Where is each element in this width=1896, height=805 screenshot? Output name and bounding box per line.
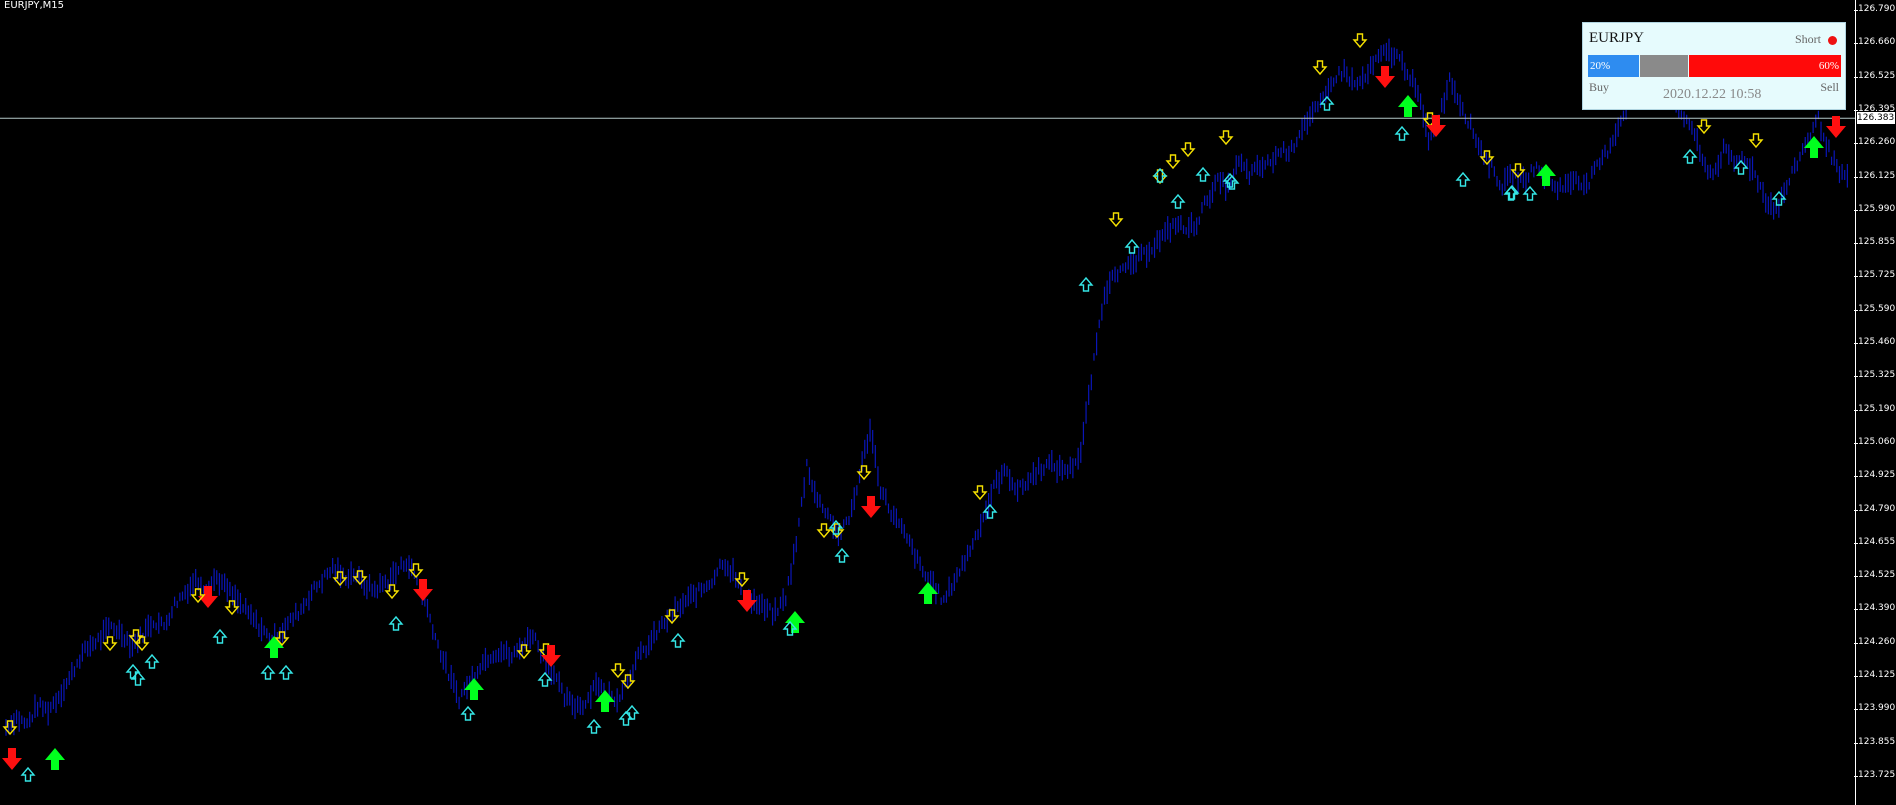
price-tick-label: 125.325 <box>1854 370 1896 381</box>
arrow-up-icon <box>130 670 146 686</box>
price-tick-label: 125.855 <box>1854 237 1896 248</box>
arrow-up-icon <box>278 664 294 680</box>
price-tick-label: 125.060 <box>1854 436 1896 447</box>
arrow-up-icon <box>212 628 228 644</box>
panel-timestamp: 2020.12.22 10:58 <box>1663 87 1762 102</box>
sentiment-bar: 20% 60% <box>1588 55 1841 77</box>
price-axis[interactable]: 126.790 126.660 126.525 126.395 126.260 126.1… <box>1854 0 1896 805</box>
arrow-up-icon <box>1170 193 1186 209</box>
price-tick-label: 126.790 <box>1854 4 1896 14</box>
chart-window[interactable]: EURJPY,M15 126.790 126.660 126.525 126.395 1… <box>0 0 1896 805</box>
arrow-down-icon <box>1165 154 1181 170</box>
buy-label: Buy <box>1589 80 1610 94</box>
arrow-up-icon <box>586 718 602 734</box>
arrow-up-icon <box>1682 148 1698 164</box>
arrow-down-icon <box>2 748 22 770</box>
price-tick-label: 125.190 <box>1854 403 1896 414</box>
arrow-up-icon <box>1078 276 1094 292</box>
price-tick-label: 125.590 <box>1854 303 1896 314</box>
price-tick-label: 123.725 <box>1854 769 1896 780</box>
price-tick-label: 124.655 <box>1854 536 1896 547</box>
symbol-timeframe-label: EURJPY,M15 <box>4 0 64 11</box>
arrow-down-icon <box>861 496 881 518</box>
arrow-up-icon <box>1124 238 1140 254</box>
signal-panel[interactable]: EURJPY Short 20% 60% Buy Sell 2020.12.22… <box>1582 22 1846 110</box>
arrow-down-icon <box>816 523 832 539</box>
price-chart[interactable] <box>0 0 1856 805</box>
arrow-down-icon <box>102 636 118 652</box>
price-tick-label: 125.725 <box>1854 270 1896 281</box>
arrow-down-icon <box>1218 130 1234 146</box>
price-tick-label: 124.525 <box>1854 570 1896 581</box>
arrow-up-icon <box>1195 166 1211 182</box>
price-tick-label: 125.460 <box>1854 337 1896 347</box>
price-tick-label: 124.125 <box>1854 670 1896 680</box>
price-tick-label: 123.990 <box>1854 703 1896 714</box>
arrow-up-icon <box>918 582 938 604</box>
price-tick-label: 126.260 <box>1854 137 1896 148</box>
arrow-down-icon <box>413 579 433 601</box>
arrow-up-icon <box>1152 167 1168 183</box>
sell-segment: 60% <box>1689 55 1841 77</box>
arrow-down-icon <box>610 663 626 679</box>
arrow-up-icon <box>537 671 553 687</box>
price-tick-label: 124.790 <box>1854 503 1896 514</box>
arrow-up-icon <box>260 664 276 680</box>
arrow-up-icon <box>1455 171 1471 187</box>
arrow-down-icon <box>1826 116 1846 138</box>
price-tick-label: 125.990 <box>1854 203 1896 214</box>
current-price-label: 126.383 <box>1857 112 1895 125</box>
arrow-down-icon <box>1108 212 1124 228</box>
direction-dot-icon <box>1828 36 1837 45</box>
panel-direction: Short <box>1794 32 1821 46</box>
arrow-up-icon <box>624 704 640 720</box>
arrow-down-icon <box>1180 142 1196 158</box>
price-tick-label: 123.855 <box>1854 736 1896 747</box>
arrow-up-icon <box>125 663 141 679</box>
panel-symbol: EURJPY <box>1589 30 1645 46</box>
price-tick-label: 124.390 <box>1854 603 1896 614</box>
arrow-down-icon <box>1375 66 1395 88</box>
arrow-up-icon <box>388 615 404 631</box>
arrow-up-icon <box>144 653 160 669</box>
arrow-up-icon <box>1394 125 1410 141</box>
arrow-down-icon <box>972 485 988 501</box>
price-tick-label: 124.260 <box>1854 636 1896 647</box>
sell-label: Sell <box>1820 80 1839 94</box>
arrow-up-icon <box>460 705 476 721</box>
price-tick-label: 126.125 <box>1854 170 1896 181</box>
arrow-down-icon <box>1352 33 1368 49</box>
arrow-up-icon <box>670 632 686 648</box>
price-tick-label: 126.660 <box>1854 37 1896 48</box>
arrow-up-icon <box>834 547 850 563</box>
arrow-up-icon <box>45 748 65 770</box>
arrow-up-icon <box>20 766 36 782</box>
arrow-down-icon <box>1312 60 1328 76</box>
arrow-down-icon <box>1696 119 1712 135</box>
arrow-up-icon <box>264 636 284 658</box>
buy-segment: 20% <box>1588 55 1639 77</box>
price-tick-label: 124.925 <box>1854 470 1896 481</box>
neutral-segment <box>1638 55 1690 77</box>
price-tick-label: 126.525 <box>1854 70 1896 81</box>
arrow-up-icon <box>1398 95 1418 117</box>
arrow-down-icon <box>1748 133 1764 149</box>
